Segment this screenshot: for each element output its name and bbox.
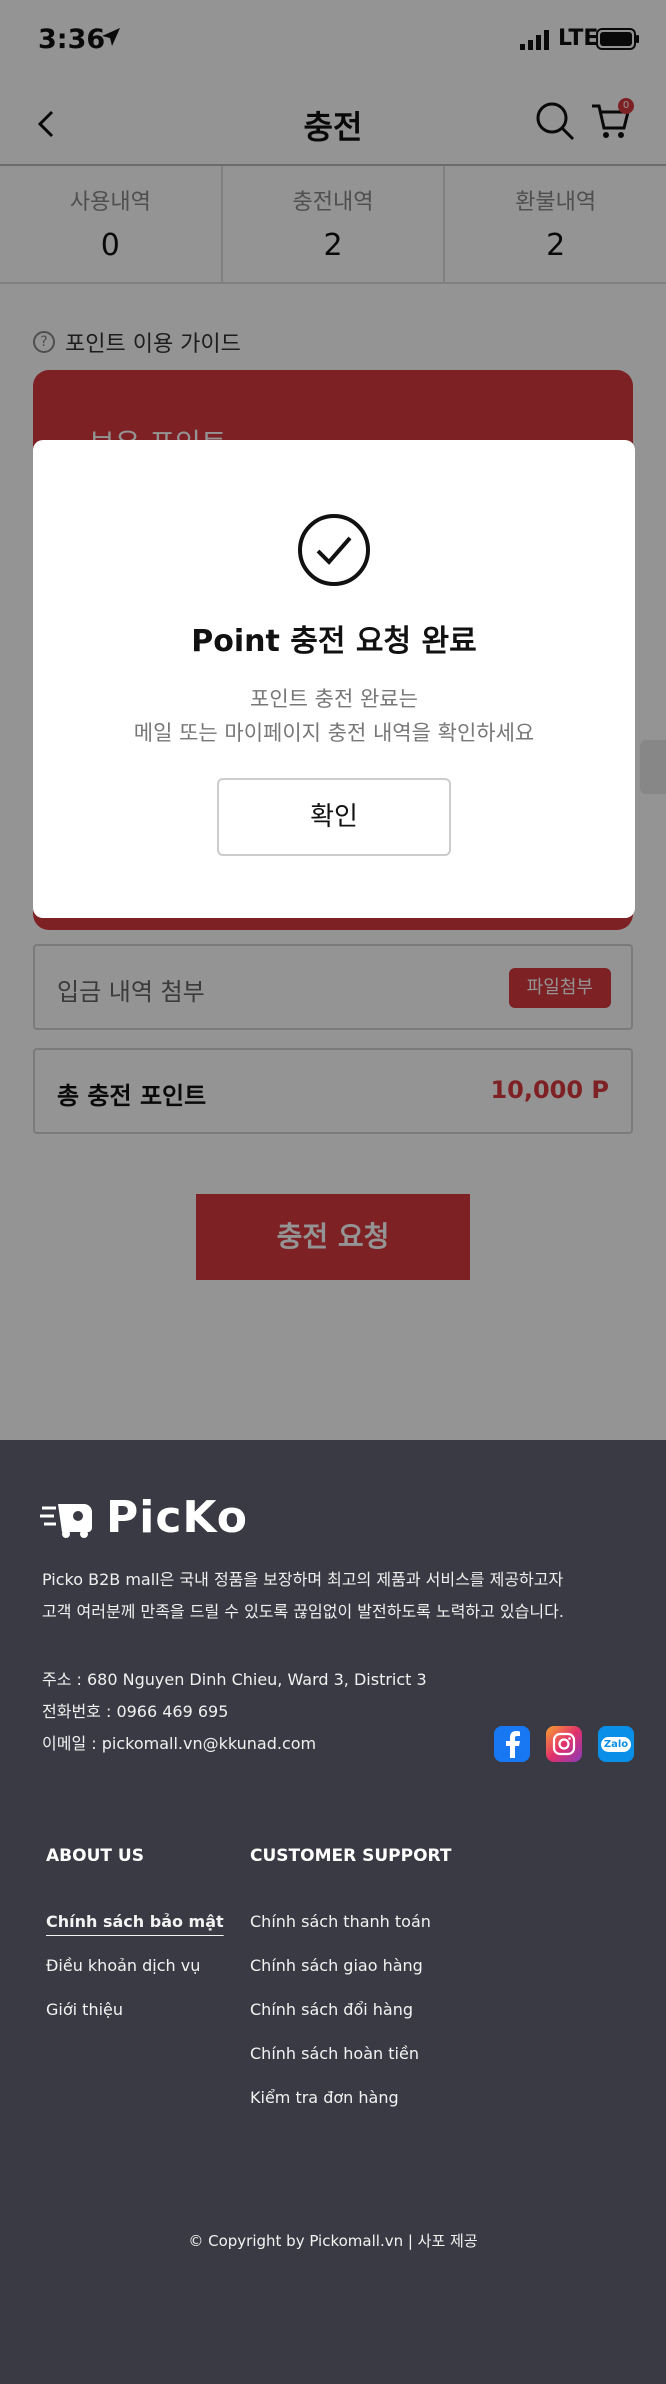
about-us-column: ABOUT US Chính sách bảo mật Điều khoản d… bbox=[46, 1846, 224, 2032]
zalo-icon[interactable]: Zalo bbox=[598, 1726, 634, 1762]
facebook-icon[interactable] bbox=[494, 1726, 530, 1762]
description-line: Picko B2B mall은 국내 정품을 보장하며 최고의 제품과 서비스를… bbox=[42, 1570, 564, 1589]
dialog-desc-line: 메일 또는 마이페이지 충전 내역을 확인하세요 bbox=[133, 721, 535, 745]
customer-support-column: CUSTOMER SUPPORT Chính sách thanh toán C… bbox=[250, 1846, 451, 2120]
dialog-description: 포인트 충전 완료는 메일 또는 마이페이지 충전 내역을 확인하세요 bbox=[33, 682, 635, 750]
email-text: 이메일 : pickomall.vn@kkunad.com bbox=[42, 1734, 317, 1753]
site-footer: PicKo Picko B2B mall은 국내 정품을 보장하며 최고의 제품… bbox=[0, 1440, 666, 2384]
brand-name: PicKo bbox=[106, 1492, 248, 1543]
footer-link-exchange[interactable]: Chính sách đổi hàng bbox=[250, 1988, 451, 2032]
social-links: Zalo bbox=[494, 1726, 634, 1762]
phone-text: 전화번호 : 0966 469 695 bbox=[42, 1702, 229, 1721]
footer-link-refund[interactable]: Chính sách hoàn tiền bbox=[250, 2032, 451, 2076]
dialog-desc-line: 포인트 충전 완료는 bbox=[250, 687, 418, 711]
check-circle-icon bbox=[298, 514, 370, 586]
footer-link-terms[interactable]: Điều khoản dịch vụ bbox=[46, 1944, 224, 1988]
description-line: 고객 여러분께 만족을 드릴 수 있도록 끊임없이 발전하도록 노력하고 있습니… bbox=[42, 1602, 564, 1621]
footer-link-payment[interactable]: Chính sách thanh toán bbox=[250, 1900, 451, 1944]
confirm-button[interactable]: 확인 bbox=[217, 778, 451, 856]
zalo-label: Zalo bbox=[600, 1736, 632, 1752]
logo-mark-icon bbox=[40, 1503, 92, 1538]
footer-link-about[interactable]: Giới thiệu bbox=[46, 1988, 224, 2032]
copyright-text: © Copyright by Pickomall.vn | 사포 제공 bbox=[188, 2232, 478, 2250]
support-heading: CUSTOMER SUPPORT bbox=[250, 1846, 452, 1866]
footer-link-order-check[interactable]: Kiểm tra đơn hàng bbox=[250, 2076, 451, 2120]
dialog-title: Point 충전 요청 완료 bbox=[191, 624, 477, 659]
picko-logo[interactable]: PicKo bbox=[40, 1492, 248, 1543]
instagram-icon[interactable] bbox=[546, 1726, 582, 1762]
about-heading: ABOUT US bbox=[46, 1846, 144, 1866]
company-description: Picko B2B mall은 국내 정품을 보장하며 최고의 제품과 서비스를… bbox=[42, 1564, 642, 1628]
address-text: 주소 : 680 Nguyen Dinh Chieu, Ward 3, Dist… bbox=[42, 1670, 427, 1689]
charge-complete-dialog: Point 충전 요청 완료 포인트 충전 완료는 메일 또는 마이페이지 충전… bbox=[33, 440, 635, 918]
contact-info: 주소 : 680 Nguyen Dinh Chieu, Ward 3, Dist… bbox=[42, 1664, 427, 1760]
footer-link-shipping[interactable]: Chính sách giao hàng bbox=[250, 1944, 451, 1988]
footer-link-privacy[interactable]: Chính sách bảo mật bbox=[46, 1900, 224, 1944]
